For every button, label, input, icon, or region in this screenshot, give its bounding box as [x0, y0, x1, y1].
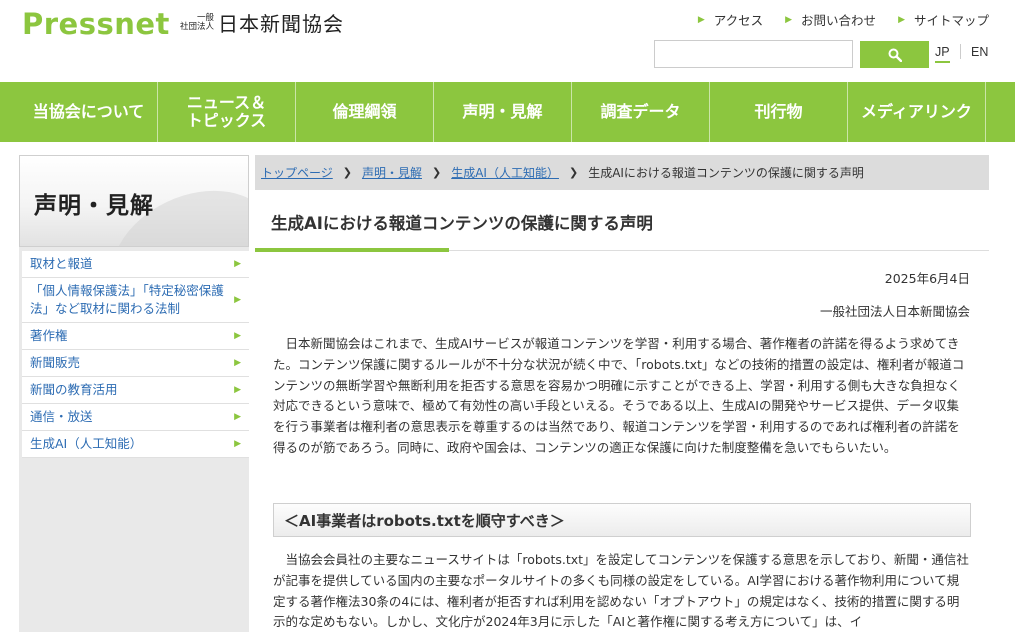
sidebar-item-label: 著作権 [30, 328, 68, 343]
sidebar-item-label: 生成AI（人工知能） [30, 436, 143, 451]
article-org: 一般社団法人日本新聞協会 [819, 304, 970, 319]
nav-item-media-links[interactable]: メディアリンク [848, 82, 986, 142]
nav-item-statements[interactable]: 声明・見解 [434, 82, 572, 142]
breadcrumb-separator-icon: ❯ [568, 166, 579, 179]
lang-divider [960, 44, 961, 59]
util-link-contact[interactable]: ▶ お問い合わせ [785, 10, 876, 29]
sidebar-item-telecom[interactable]: 通信・放送 ▶ [22, 404, 249, 431]
arrow-right-icon: ▶ [697, 14, 705, 25]
arrow-right-icon: ▶ [898, 14, 905, 25]
chevron-right-icon: ▶ [234, 412, 241, 422]
sidebar-item-label: 取材と報道 [30, 256, 93, 271]
sidebar: 声明・見解 取材と報道 ▶ 「個人情報保護法」「特定秘密保護法」など取材に関わる… [19, 155, 249, 632]
section-heading: ＜AI事業者はrobots.txtを順守すべき＞ [273, 503, 971, 537]
nav-item-publications[interactable]: 刊行物 [710, 82, 848, 142]
logo-small-line2: 社団法人 [179, 21, 214, 32]
chevron-right-icon: ▶ [234, 331, 241, 341]
util-link-label: お問い合わせ [801, 13, 877, 28]
article-paragraph: 日本新聞協会はこれまで、生成AIサービスが報道コンテンツを学習・利用する場合、著… [273, 336, 965, 455]
utility-links: ▶ アクセス ▶ お問い合わせ ▶ サイトマップ [698, 10, 989, 29]
sidebar-item-label: 新聞の教育活用 [30, 382, 118, 397]
article-paragraph: 当協会会員社の主要なニュースサイトは「robots.txt」を設定してコンテンツ… [273, 552, 969, 630]
global-nav: 当協会について ニュース＆ トピックス 倫理綱領 声明・見解 調査データ 刊行物… [0, 82, 1015, 142]
site-logo[interactable]: Pressnet 一般 社団法人 日本新聞協会 [22, 8, 344, 39]
sidebar-menu: 取材と報道 ▶ 「個人情報保護法」「特定秘密保護法」など取材に関わる法制 ▶ 著… [22, 251, 249, 458]
chevron-right-icon: ▶ [234, 295, 241, 305]
sidebar-heading-box: 声明・見解 [19, 155, 249, 247]
chevron-right-icon: ▶ [234, 385, 241, 395]
nav-item-ethics[interactable]: 倫理綱領 [296, 82, 434, 142]
lang-jp-link[interactable]: JP [935, 45, 950, 63]
sidebar-item-legislation[interactable]: 「個人情報保護法」「特定秘密保護法」など取材に関わる法制 ▶ [22, 278, 249, 323]
site-header: Pressnet 一般 社団法人 日本新聞協会 ▶ アクセス ▶ お問い合わせ … [0, 0, 1015, 82]
breadcrumb-separator-icon: ❯ [342, 166, 352, 179]
nav-item-research-data[interactable]: 調査データ [572, 82, 710, 142]
lang-en-link[interactable]: EN [971, 45, 988, 59]
sidebar-item-education[interactable]: 新聞の教育活用 ▶ [22, 377, 249, 404]
breadcrumb-link-statements[interactable]: 声明・見解 [362, 164, 422, 181]
arrow-right-icon: ▶ [785, 14, 793, 25]
util-link-label: サイトマップ [913, 13, 989, 28]
search-icon [888, 48, 902, 62]
sidebar-item-label: 「個人情報保護法」「特定秘密保護法」など取材に関わる法制 [30, 283, 224, 316]
breadcrumb: トップページ ❯ 声明・見解 ❯ 生成AI（人工知能） ❯ 生成AIにおける報道… [255, 155, 989, 190]
breadcrumb-separator-icon: ❯ [432, 166, 442, 179]
nav-item-news-topics[interactable]: ニュース＆ トピックス [158, 82, 296, 142]
logo-small-text: 一般 社団法人 [179, 13, 214, 32]
nav-item-about[interactable]: 当協会について [20, 82, 158, 142]
search-button[interactable] [860, 41, 929, 68]
sidebar-title: 声明・見解 [34, 193, 154, 219]
logo-wordmark: Pressnet [22, 7, 170, 41]
breadcrumb-current: 生成AIにおける報道コンテンツの保護に関する声明 [588, 166, 864, 180]
chevron-right-icon: ▶ [234, 259, 241, 269]
util-link-label: アクセス [713, 13, 764, 28]
page-title: 生成AIにおける報道コンテンツの保護に関する声明 [271, 214, 653, 233]
logo-subtitle: 一般 社団法人 日本新聞協会 [180, 8, 344, 37]
sidebar-item-reporting[interactable]: 取材と報道 ▶ [22, 251, 249, 278]
article-date: 2025年6月4日 [884, 271, 970, 286]
sidebar-item-copyright[interactable]: 著作権 ▶ [22, 323, 249, 350]
sidebar-item-generative-ai[interactable]: 生成AI（人工知能） ▶ [22, 431, 249, 458]
title-accent-bar [255, 248, 449, 252]
util-link-sitemap[interactable]: ▶ サイトマップ [898, 10, 989, 29]
logo-org-name: 日本新聞協会 [217, 12, 344, 36]
chevron-right-icon: ▶ [234, 358, 241, 368]
sidebar-item-label: 新聞販売 [30, 355, 81, 370]
sidebar-item-label: 通信・放送 [30, 409, 93, 424]
sidebar-item-sales[interactable]: 新聞販売 ▶ [22, 350, 249, 377]
breadcrumb-link-generative-ai[interactable]: 生成AI（人工知能） [451, 164, 559, 181]
chevron-right-icon: ▶ [234, 439, 241, 449]
breadcrumb-link-top[interactable]: トップページ [261, 164, 333, 181]
search-input[interactable] [654, 40, 853, 68]
util-link-access[interactable]: ▶ アクセス [698, 10, 763, 29]
